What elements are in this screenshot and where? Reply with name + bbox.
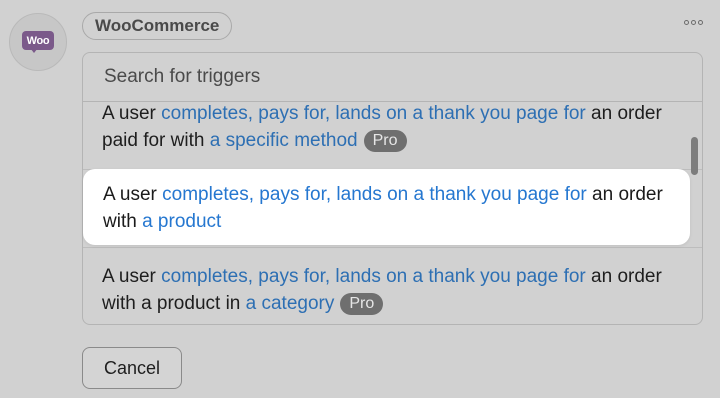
trigger-item-specific-method[interactable]: A user completes, pays for, lands on a t… <box>102 100 672 154</box>
pro-badge: Pro <box>363 130 407 152</box>
trigger-object-link[interactable]: a specific method <box>210 130 358 151</box>
woocommerce-logo-icon: Woo <box>22 31 54 53</box>
trigger-text: A user <box>103 184 163 205</box>
trigger-object-link[interactable]: a category <box>246 293 335 314</box>
trigger-item-product[interactable]: A user completes, pays for, lands on a t… <box>103 181 673 235</box>
trigger-text: A user <box>102 103 162 124</box>
divider <box>83 247 702 248</box>
integration-name-pill: WooCommerce <box>82 12 233 40</box>
more-options-icon[interactable] <box>684 20 703 25</box>
pro-badge: Pro <box>340 293 384 315</box>
trigger-action-link[interactable]: completes, pays for, lands on a thank yo… <box>161 103 586 124</box>
trigger-object-link[interactable]: a product <box>142 211 221 232</box>
trigger-item-product-highlighted[interactable]: A user completes, pays for, lands on a t… <box>83 169 690 245</box>
trigger-search-input[interactable] <box>102 65 702 89</box>
woocommerce-logo-text: Woo <box>22 31 54 50</box>
trigger-action-link[interactable]: completes, pays for, lands on a thank yo… <box>162 184 587 205</box>
scrollbar-thumb[interactable] <box>691 137 698 175</box>
search-box <box>83 53 702 102</box>
trigger-item-category[interactable]: A user completes, pays for, lands on a t… <box>102 263 672 317</box>
trigger-action-link[interactable]: completes, pays for, lands on a thank yo… <box>161 266 586 287</box>
integration-avatar: Woo <box>9 13 67 71</box>
trigger-text: A user <box>102 266 162 287</box>
cancel-button[interactable]: Cancel <box>82 347 182 389</box>
